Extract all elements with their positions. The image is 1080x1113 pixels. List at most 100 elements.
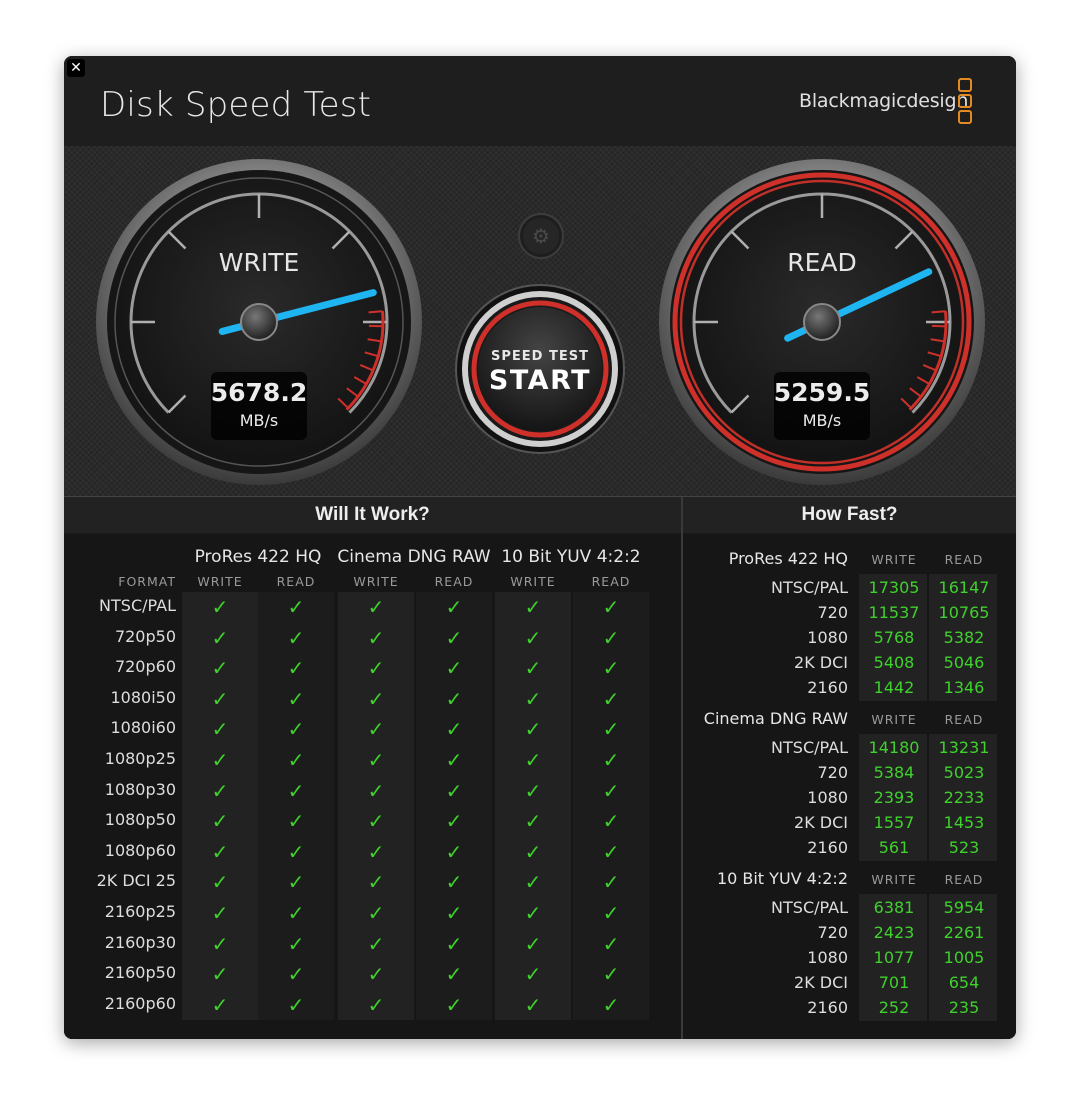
title-bar: Disk Speed Test Blackmagicdesign — [64, 56, 1016, 147]
format-label: 1080p50 — [104, 810, 176, 830]
check-icon: ✓ — [211, 686, 229, 711]
check-icon: ✓ — [367, 901, 385, 925]
check-icon: ✓ — [602, 778, 620, 803]
resolution-label: NTSC/PAL — [771, 738, 848, 757]
write-fps-value: 17305 — [868, 578, 920, 597]
check-icon: ✓ — [524, 992, 542, 1017]
resolution-label: 1080 — [807, 628, 848, 647]
check-icon: ✓ — [602, 656, 620, 681]
write-fps-value: 2423 — [873, 923, 915, 942]
format-label: 2K DCI 25 — [96, 871, 176, 891]
write-gauge: WRITE 5678.2 MB/s — [96, 159, 422, 485]
check-icon: ✓ — [445, 656, 463, 681]
check-icon: ✓ — [287, 809, 305, 834]
check-icon: ✓ — [287, 595, 305, 619]
resolution-label: 2K DCI — [794, 813, 848, 832]
read-fps-value: 5382 — [943, 628, 985, 647]
check-icon: ✓ — [602, 595, 620, 619]
read-speed-unit: MB/s — [803, 411, 842, 430]
check-icon: ✓ — [445, 870, 463, 895]
read-fps-value: 2261 — [943, 923, 985, 942]
format-label: 1080i50 — [110, 687, 176, 707]
read-fps-value: 5046 — [943, 653, 985, 672]
resolution-label: NTSC/PAL — [771, 578, 848, 597]
check-icon: ✓ — [287, 656, 305, 681]
check-icon: ✓ — [211, 748, 229, 772]
write-fps-value: 561 — [878, 838, 910, 857]
check-icon: ✓ — [524, 717, 542, 742]
check-icon: ✓ — [211, 992, 229, 1017]
subcolumn-header: READ — [434, 574, 474, 589]
gauge-red-tick — [931, 310, 946, 314]
subcolumn-header: WRITE — [871, 552, 917, 567]
check-icon: ✓ — [602, 809, 620, 834]
check-icon: ✓ — [445, 686, 463, 711]
resolution-label: 2160 — [807, 838, 848, 857]
resolution-label: 2K DCI — [794, 653, 848, 672]
check-icon: ✓ — [287, 717, 305, 742]
check-icon: ✓ — [602, 962, 620, 987]
brand-name: Blackmagicdesign — [799, 90, 969, 112]
check-icon: ✓ — [524, 686, 542, 711]
check-icon: ✓ — [287, 625, 305, 650]
check-icon: ✓ — [445, 839, 463, 864]
check-icon: ✓ — [602, 625, 620, 650]
check-icon: ✓ — [524, 656, 542, 681]
resolution-label: 1080 — [807, 788, 848, 807]
check-icon: ✓ — [367, 809, 385, 834]
start-button[interactable]: SPEED TEST START — [455, 284, 625, 454]
write-fps-value: 1077 — [873, 948, 915, 967]
settings-button[interactable]: ⚙ — [518, 213, 564, 259]
format-column-header: FORMAT — [118, 574, 176, 589]
check-icon: ✓ — [211, 625, 229, 650]
subcolumn-header: READ — [944, 872, 984, 887]
check-icon: ✓ — [287, 778, 305, 803]
check-icon: ✓ — [287, 962, 305, 987]
write-fps-value: 5384 — [873, 763, 915, 782]
check-icon: ✓ — [287, 901, 305, 925]
start-button-line2: START — [489, 365, 591, 396]
check-icon: ✓ — [367, 717, 385, 742]
subcolumn-header: WRITE — [197, 574, 243, 589]
subcolumn-header: WRITE — [871, 712, 917, 727]
app-title: Disk Speed Test — [100, 85, 372, 125]
check-icon: ✓ — [211, 809, 229, 834]
check-icon: ✓ — [602, 901, 620, 925]
how-fast-table: ProRes 422 HQ WRITE READ NTSC/PAL 17305 16147… — [683, 534, 1016, 1039]
check-icon: ✓ — [602, 686, 620, 711]
check-icon: ✓ — [211, 870, 229, 895]
subcolumn-header: WRITE — [510, 574, 556, 589]
check-icon: ✓ — [445, 625, 463, 650]
gear-icon: ⚙ — [532, 224, 550, 248]
check-icon: ✓ — [602, 992, 620, 1017]
resolution-label: 720 — [817, 603, 848, 622]
close-button[interactable]: ✕ — [67, 59, 85, 77]
resolution-label: 720 — [817, 763, 848, 782]
check-icon: ✓ — [367, 595, 385, 619]
check-icon: ✓ — [445, 778, 463, 803]
check-icon: ✓ — [524, 809, 542, 834]
check-icon: ✓ — [524, 625, 542, 650]
check-icon: ✓ — [445, 595, 463, 619]
write-fps-value: 5768 — [873, 628, 915, 647]
format-label: 2160p60 — [104, 993, 176, 1013]
format-label: 2160p25 — [104, 902, 176, 921]
check-icon: ✓ — [211, 839, 229, 864]
resolution-label: 1080 — [807, 948, 848, 967]
write-fps-value: 11537 — [868, 603, 920, 622]
write-fps-value: 6381 — [873, 898, 915, 917]
read-fps-value: 654 — [948, 973, 980, 992]
write-speed-value: 5678.2 — [211, 378, 307, 407]
check-icon: ✓ — [602, 931, 620, 956]
check-icon: ✓ — [367, 962, 385, 987]
resolution-label: 2K DCI — [794, 973, 848, 992]
write-fps-value: 252 — [878, 998, 910, 1017]
check-icon: ✓ — [211, 717, 229, 742]
group-header: ProRes 422 HQ — [194, 547, 322, 567]
write-fps-value: 5408 — [873, 653, 915, 672]
format-label: 1080p30 — [104, 779, 176, 799]
check-icon: ✓ — [211, 962, 229, 987]
check-icon: ✓ — [367, 656, 385, 681]
group-header: Cinema DNG RAW — [337, 547, 491, 567]
format-label: NTSC/PAL — [99, 596, 176, 615]
